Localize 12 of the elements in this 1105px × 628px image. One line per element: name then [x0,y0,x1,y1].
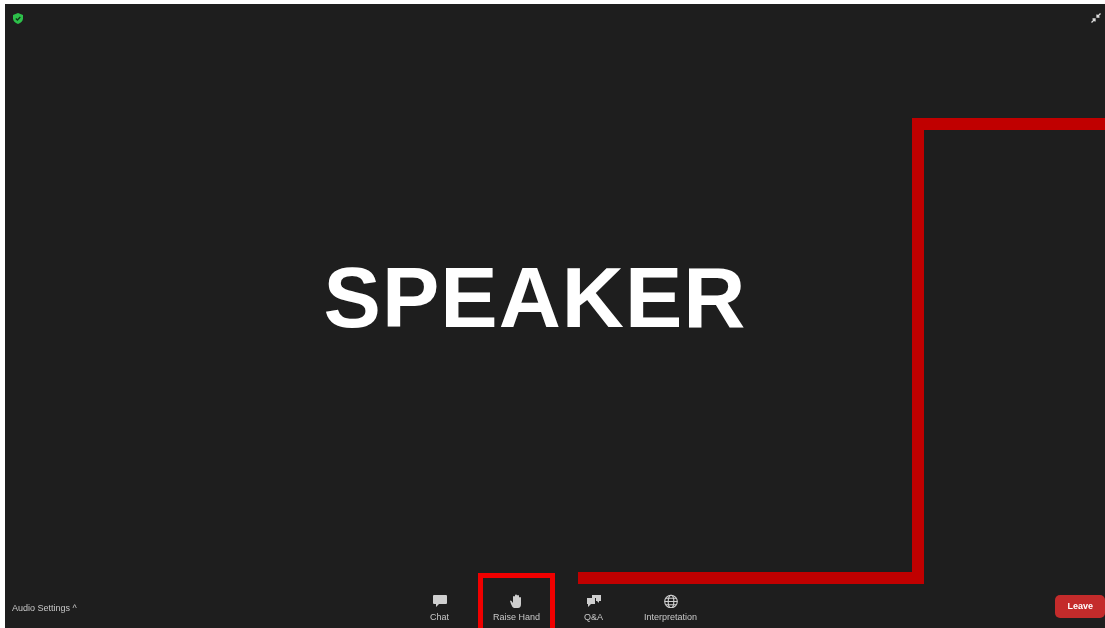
toolbar-button[interactable]: Chat [401,572,478,628]
shield-icon [13,12,23,24]
toolbar-button[interactable]: Raise Hand [478,572,555,628]
toolbar-button[interactable]: Q&A [555,572,632,628]
speaker-label: SPEAKER [323,254,747,340]
speech-bubbles-icon [585,593,602,608]
globe-icon [662,593,679,608]
exit-fullscreen-icon[interactable] [1091,13,1101,23]
audio-settings-button[interactable]: Audio Settings ^ [12,601,77,615]
chat-bubble-icon [431,593,448,608]
leave-button[interactable]: Leave [1055,594,1105,618]
toolbar-button[interactable]: Interpretation [632,572,709,628]
